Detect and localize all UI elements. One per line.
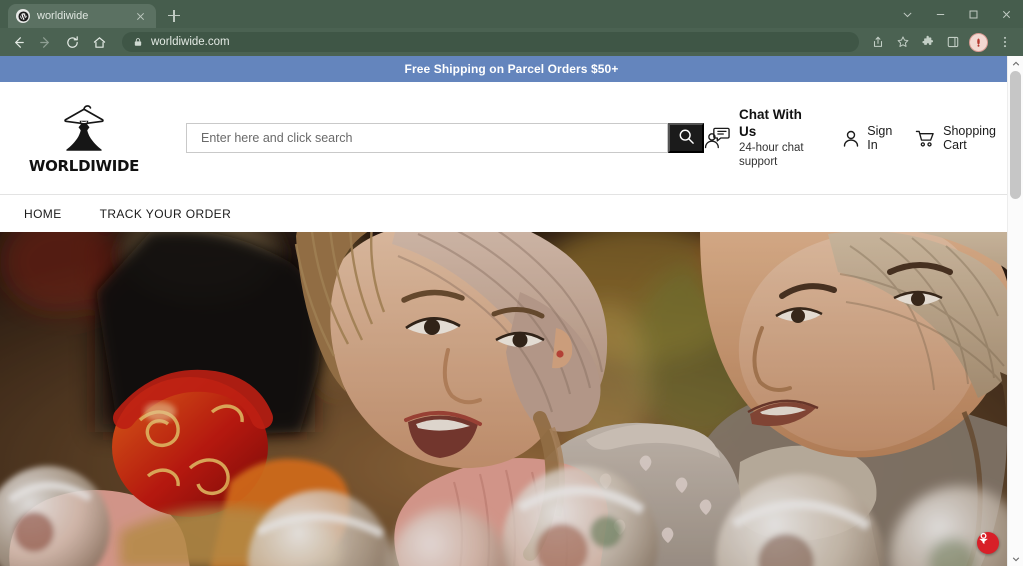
- browser-window: worldiwide worldiwide.com Free Shipping …: [0, 0, 1023, 566]
- bookmark-star-icon[interactable]: [890, 30, 915, 54]
- search-button[interactable]: [668, 123, 704, 153]
- new-tab-button[interactable]: [163, 5, 185, 27]
- search-field-wrapper[interactable]: [186, 123, 668, 153]
- search-area: [186, 123, 704, 153]
- promo-banner: Free Shipping on Parcel Orders $50+: [0, 56, 1023, 82]
- home-icon[interactable]: [87, 30, 111, 54]
- wordpress-icon: [16, 9, 30, 23]
- logo-wordmark: WORLDIWIDE: [28, 156, 140, 175]
- browser-toolbar: worldiwide.com: [0, 28, 1023, 56]
- main-navigation: HOME TRACK YOUR ORDER: [0, 194, 1023, 232]
- lock-icon: [133, 37, 143, 47]
- promo-text: Free Shipping on Parcel Orders $50+: [404, 62, 619, 76]
- hero-banner[interactable]: [0, 232, 1023, 566]
- tab-strip: worldiwide: [0, 0, 1023, 28]
- header-actions: Chat With Us 24-hour chat support Sign I…: [704, 107, 1001, 170]
- url-text: worldiwide.com: [151, 36, 230, 48]
- back-arrow-icon[interactable]: [6, 30, 30, 54]
- page-scrollbar[interactable]: [1007, 56, 1023, 566]
- chat-support-icon: [704, 125, 731, 151]
- browser-tab[interactable]: worldiwide: [8, 4, 156, 28]
- shopping-cart-label: Shopping Cart: [943, 124, 996, 152]
- site-header: WORLDIWIDE Enter here and click search C…: [0, 82, 1023, 194]
- split-screen-icon[interactable]: [940, 30, 965, 54]
- shopping-cart-icon: [915, 129, 936, 148]
- site-logo[interactable]: WORLDIWIDE: [24, 102, 144, 175]
- share-icon[interactable]: [865, 30, 890, 54]
- toolbar-actions: [865, 30, 1017, 54]
- close-tab-icon[interactable]: [133, 9, 148, 24]
- nav-item-track-your-order[interactable]: TRACK YOUR ORDER: [100, 207, 232, 221]
- page-viewport: Free Shipping on Parcel Orders $50+ WORL…: [0, 56, 1023, 566]
- dress-on-hanger-icon: [53, 102, 115, 160]
- chat-subtitle: 24-hour chat support: [739, 141, 804, 168]
- scroll-up-arrow-icon[interactable]: [1008, 56, 1023, 71]
- window-controls: [891, 0, 1023, 28]
- search-input[interactable]: [199, 130, 655, 146]
- maximize-icon[interactable]: [957, 0, 990, 28]
- nav-item-home[interactable]: HOME: [24, 207, 62, 221]
- profile-avatar-icon[interactable]: [969, 32, 988, 52]
- chat-with-us-link[interactable]: Chat With Us 24-hour chat support: [704, 107, 816, 170]
- forward-arrow-icon[interactable]: [33, 30, 57, 54]
- scrollbar-track[interactable]: [1008, 71, 1023, 551]
- chat-text-block: Chat With Us 24-hour chat support: [739, 107, 816, 170]
- shopping-cart-link[interactable]: Shopping Cart: [915, 124, 1001, 152]
- chat-title: Chat With Us: [739, 106, 802, 139]
- floating-badge-button[interactable]: [977, 532, 999, 554]
- address-bar[interactable]: worldiwide.com: [122, 32, 859, 52]
- sign-in-label: Sign In: [867, 124, 893, 152]
- extensions-puzzle-icon[interactable]: [915, 30, 940, 54]
- chevron-down-icon[interactable]: [891, 0, 924, 28]
- person-icon: [842, 129, 860, 148]
- scroll-down-arrow-icon[interactable]: [1008, 551, 1023, 566]
- search-icon: [678, 128, 695, 148]
- reload-icon[interactable]: [60, 30, 84, 54]
- sign-in-link[interactable]: Sign In: [842, 124, 893, 152]
- hero-image: [0, 232, 1023, 566]
- close-window-icon[interactable]: [990, 0, 1023, 28]
- tab-title: worldiwide: [37, 10, 89, 22]
- minimize-icon[interactable]: [924, 0, 957, 28]
- chrome-menu-icon[interactable]: [992, 30, 1017, 54]
- scrollbar-thumb[interactable]: [1010, 71, 1021, 199]
